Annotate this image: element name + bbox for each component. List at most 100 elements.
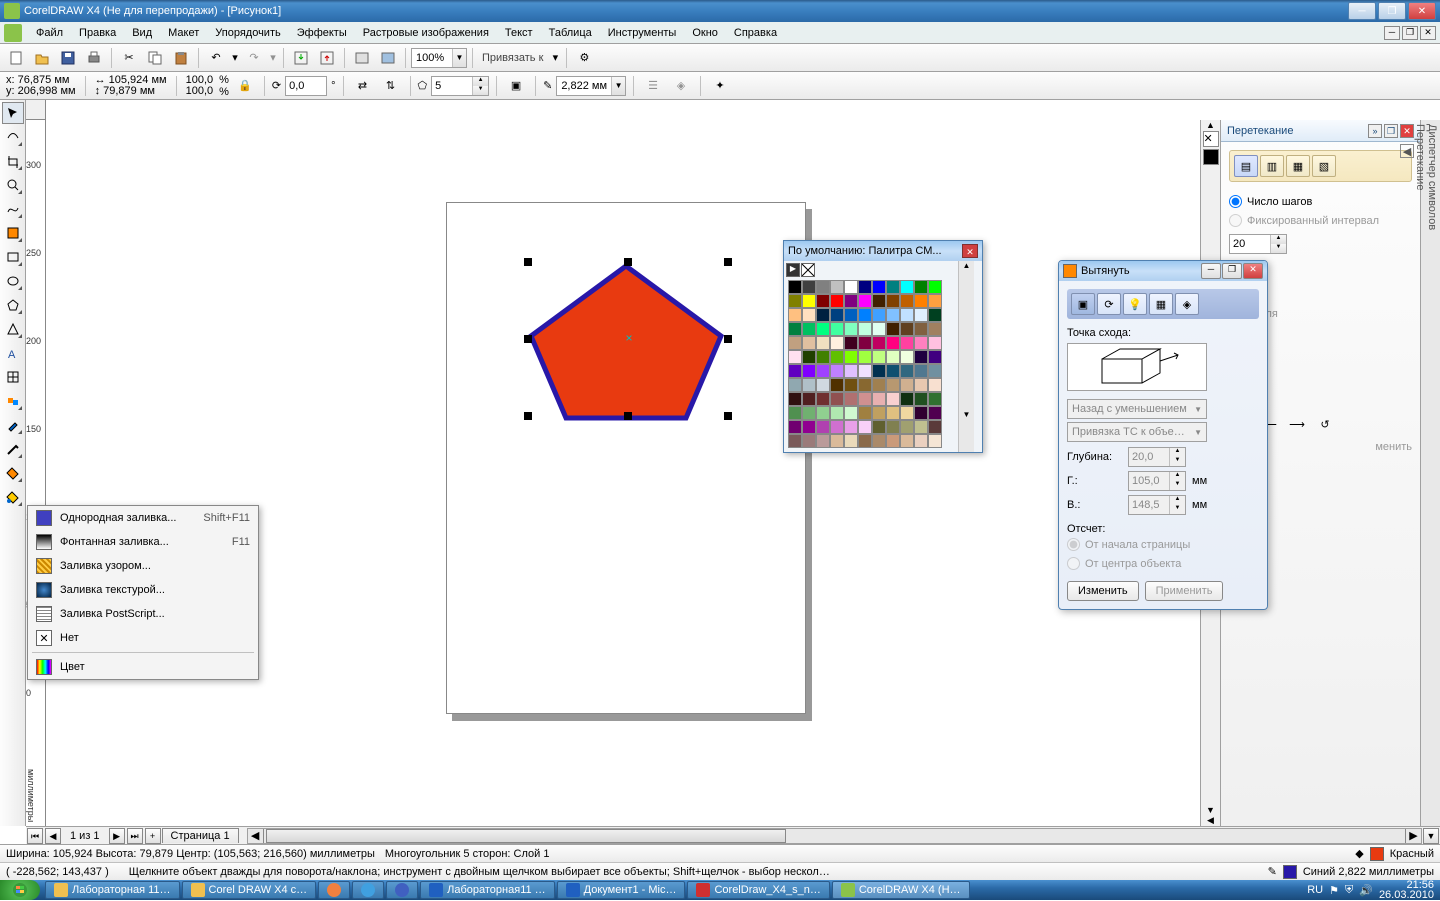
- extrude-tab-rotation[interactable]: ⟳: [1097, 293, 1121, 315]
- steps-radio[interactable]: [1229, 195, 1242, 208]
- size-readout[interactable]: ↔ 105,924 мм ↕ 79,879 мм: [93, 75, 169, 97]
- outline-width-combo[interactable]: 2,822 мм▼: [556, 76, 626, 96]
- color-swatch[interactable]: [844, 280, 858, 294]
- color-swatch[interactable]: [802, 336, 816, 350]
- blend-steps-tab[interactable]: ▤: [1234, 155, 1258, 177]
- lock-ratio-button[interactable]: 🔒: [233, 75, 257, 97]
- scale-readout[interactable]: 100,0 100,0: [184, 75, 216, 97]
- docker-side-tabs[interactable]: Диспетчер символов Перетекание ◀: [1420, 120, 1440, 826]
- outline-color-indicator[interactable]: [1283, 865, 1297, 879]
- color-swatch[interactable]: [900, 294, 914, 308]
- color-swatch[interactable]: [858, 406, 872, 420]
- color-swatch[interactable]: [830, 308, 844, 322]
- undo-drop[interactable]: ▾: [230, 47, 240, 69]
- menu-arrange[interactable]: Упорядочить: [207, 24, 288, 42]
- new-button[interactable]: [4, 47, 28, 69]
- color-swatch[interactable]: [816, 392, 830, 406]
- color-swatch[interactable]: [788, 322, 802, 336]
- color-swatch[interactable]: [900, 434, 914, 448]
- app-launcher[interactable]: [350, 47, 374, 69]
- fill-tool[interactable]: [2, 462, 24, 484]
- color-swatch[interactable]: [928, 420, 942, 434]
- color-swatch[interactable]: [788, 406, 802, 420]
- color-swatch[interactable]: [844, 406, 858, 420]
- interactive-tool[interactable]: [2, 390, 24, 412]
- color-swatch[interactable]: [802, 280, 816, 294]
- h-spinner[interactable]: ▲▼: [1128, 471, 1186, 491]
- color-swatch[interactable]: [900, 322, 914, 336]
- tray-icon[interactable]: ⚑: [1329, 884, 1339, 897]
- color-swatch[interactable]: [914, 434, 928, 448]
- color-swatch[interactable]: [858, 392, 872, 406]
- color-swatch[interactable]: [830, 406, 844, 420]
- add-page-button[interactable]: +: [145, 828, 161, 844]
- color-swatch[interactable]: [830, 336, 844, 350]
- eyedropper-tool[interactable]: [2, 414, 24, 436]
- menu-table[interactable]: Таблица: [541, 24, 600, 42]
- color-swatch[interactable]: [872, 420, 886, 434]
- color-swatch[interactable]: [844, 364, 858, 378]
- menu-view[interactable]: Вид: [124, 24, 160, 42]
- vanish-lock-combo[interactable]: Привязка ТС к объе…▼: [1067, 422, 1207, 442]
- color-swatch[interactable]: [928, 308, 942, 322]
- color-swatch[interactable]: [816, 336, 830, 350]
- task-item[interactable]: [386, 881, 418, 899]
- color-swatch[interactable]: [802, 294, 816, 308]
- blend-accel-tab[interactable]: ▥: [1260, 155, 1284, 177]
- menu-bitmaps[interactable]: Растровые изображения: [355, 24, 497, 42]
- color-swatch[interactable]: [872, 378, 886, 392]
- color-swatch[interactable]: [886, 336, 900, 350]
- text-tool[interactable]: A: [2, 342, 24, 364]
- color-swatch[interactable]: [830, 420, 844, 434]
- color-swatch[interactable]: [858, 434, 872, 448]
- menu-file[interactable]: Файл: [28, 24, 71, 42]
- extrude-min-button[interactable]: ─: [1201, 263, 1221, 279]
- color-swatch[interactable]: [858, 350, 872, 364]
- uniform-fill-item[interactable]: Однородная заливка...Shift+F11: [28, 506, 258, 530]
- color-swatch[interactable]: [830, 350, 844, 364]
- open-button[interactable]: [30, 47, 54, 69]
- color-swatch[interactable]: [802, 350, 816, 364]
- color-swatch[interactable]: [830, 434, 844, 448]
- extrude-tab-geometry[interactable]: ▣: [1071, 293, 1095, 315]
- color-swatch[interactable]: [914, 364, 928, 378]
- color-swatch[interactable]: [844, 434, 858, 448]
- color-swatch[interactable]: [928, 280, 942, 294]
- system-tray[interactable]: RU ⚑ ⛨ 🔊 21:5626.03.2010: [1301, 880, 1440, 900]
- task-item[interactable]: [352, 881, 384, 899]
- color-swatch[interactable]: [844, 378, 858, 392]
- texture-fill-item[interactable]: Заливка текстурой...: [28, 578, 258, 602]
- color-swatch[interactable]: [816, 308, 830, 322]
- palette-scrollbar[interactable]: ▲ ▼: [958, 261, 974, 452]
- to-front-button[interactable]: ▣: [504, 75, 528, 97]
- color-swatch[interactable]: [830, 280, 844, 294]
- color-swatch[interactable]: [928, 336, 942, 350]
- color-swatch[interactable]: [858, 294, 872, 308]
- color-swatch[interactable]: [872, 294, 886, 308]
- task-item[interactable]: Лабораторная 11…: [45, 881, 180, 899]
- blend-end-button[interactable]: ⟶: [1285, 413, 1309, 435]
- menu-effects[interactable]: Эффекты: [289, 24, 355, 42]
- color-swatch[interactable]: [788, 378, 802, 392]
- color-swatch[interactable]: [816, 378, 830, 392]
- color-swatch[interactable]: [886, 350, 900, 364]
- color-swatch[interactable]: [844, 392, 858, 406]
- prev-page-button[interactable]: ◀: [45, 828, 61, 844]
- vertical-ruler[interactable]: 300 250 200 150 100 50 0 миллиметры: [26, 120, 46, 826]
- fill-color-indicator[interactable]: [1370, 847, 1384, 861]
- color-swatch[interactable]: [900, 378, 914, 392]
- color-swatch[interactable]: [788, 434, 802, 448]
- color-swatch[interactable]: [802, 406, 816, 420]
- color-swatch[interactable]: [844, 308, 858, 322]
- color-swatch[interactable]: [900, 406, 914, 420]
- color-swatch[interactable]: [900, 350, 914, 364]
- color-swatch[interactable]: [788, 392, 802, 406]
- fixed-radio-row[interactable]: Фиксированный интервал: [1229, 211, 1412, 230]
- color-swatch[interactable]: [788, 364, 802, 378]
- zoom-combo[interactable]: 100%▼: [411, 48, 467, 68]
- color-swatch[interactable]: [858, 378, 872, 392]
- color-swatch[interactable]: [914, 294, 928, 308]
- wrap-button[interactable]: ☰: [641, 75, 665, 97]
- color-swatch[interactable]: [830, 392, 844, 406]
- color-swatch[interactable]: [802, 420, 816, 434]
